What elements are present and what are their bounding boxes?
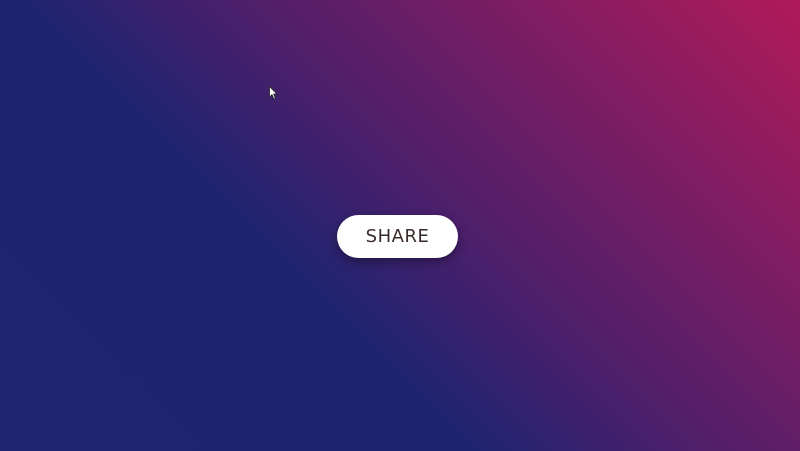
share-button-label: SHARE: [365, 225, 430, 247]
gradient-background: SHARE: [0, 0, 800, 451]
share-button[interactable]: SHARE: [337, 215, 458, 258]
mouse-pointer-icon: [269, 86, 278, 100]
